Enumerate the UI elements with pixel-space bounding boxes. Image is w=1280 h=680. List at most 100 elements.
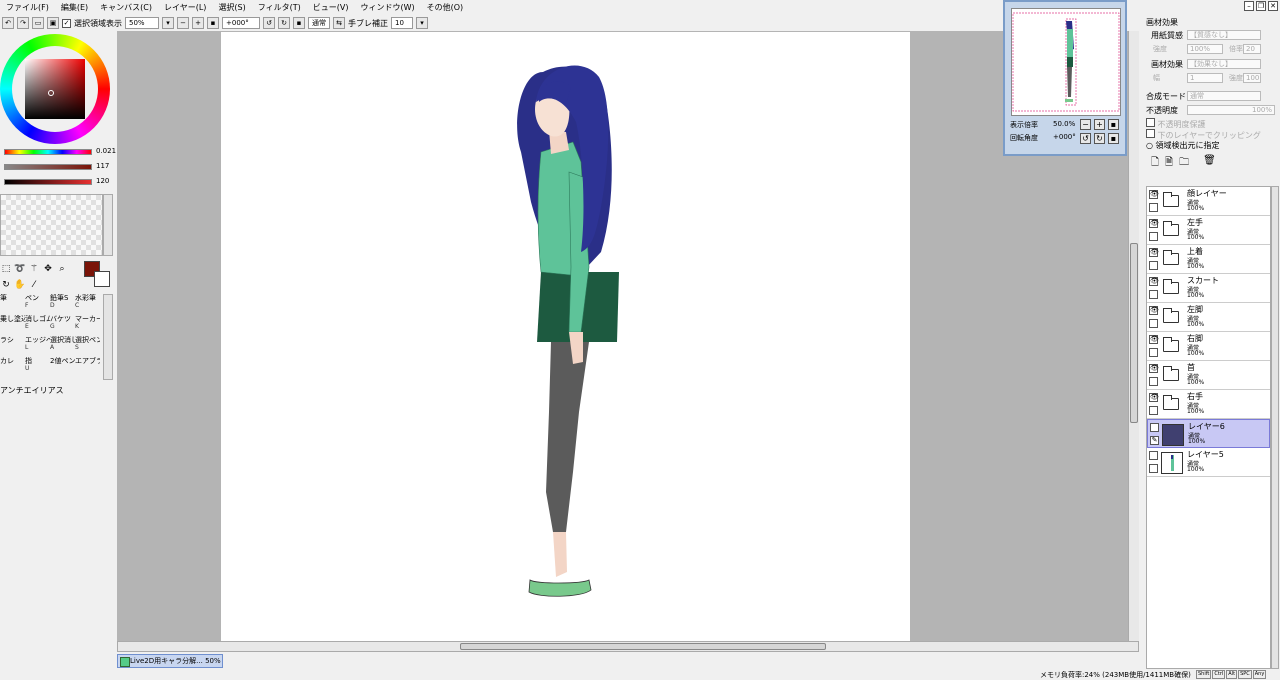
navigator-zoom-in-icon[interactable]: + xyxy=(1094,119,1105,130)
brush-item[interactable]: 消しゴム E xyxy=(25,315,50,336)
redo-icon[interactable]: ↷ xyxy=(17,17,29,29)
multiplier-value[interactable]: 20 xyxy=(1243,44,1261,54)
eyedropper-icon[interactable]: ⁄ xyxy=(28,279,40,291)
brush-item[interactable]: ペン F xyxy=(25,294,50,315)
menu-other[interactable]: その他(O) xyxy=(421,2,470,13)
brush-item[interactable]: 指U xyxy=(25,357,50,378)
effect-select[interactable]: 【効果なし】 xyxy=(1187,59,1261,69)
visibility-eye-icon[interactable]: 👁 xyxy=(1149,219,1159,228)
menu-file[interactable]: ファイル(F) xyxy=(0,2,55,13)
layer-item-neck[interactable]: 👁 首通常 100% xyxy=(1147,361,1270,390)
new-linked-layer-icon[interactable]: 🗎 xyxy=(1165,155,1173,172)
close-button[interactable]: ✕ xyxy=(1268,1,1278,11)
layer-item-layer5[interactable]: レイヤー5 通常 100% xyxy=(1147,448,1270,477)
visibility-eye-icon[interactable]: 👁 xyxy=(1149,364,1159,373)
rect-select-icon[interactable]: ⬚ xyxy=(0,263,12,275)
zoom-in-icon[interactable]: + xyxy=(192,17,204,29)
brush-item[interactable]: エッジペンL xyxy=(25,336,50,357)
color-marker[interactable] xyxy=(48,90,54,96)
brush-item[interactable]: ラシ xyxy=(0,336,25,357)
delete-layer-icon[interactable]: 🗑 xyxy=(1203,155,1216,172)
lock-toggle[interactable] xyxy=(1149,348,1158,357)
magic-wand-icon[interactable]: ⚚ xyxy=(28,263,40,275)
texture-select[interactable]: 【質感なし】 xyxy=(1187,30,1261,40)
layer-item-left-hand[interactable]: 👁 左手 通常 100% xyxy=(1147,216,1270,245)
lock-toggle[interactable] xyxy=(1149,464,1158,473)
lock-toggle[interactable] xyxy=(1149,232,1158,241)
brush-scrollbar[interactable] xyxy=(103,294,113,380)
blend-mode-button[interactable]: 通常 xyxy=(308,17,330,29)
navigator-rotate-reset-icon[interactable]: ▪ xyxy=(1108,133,1119,144)
layer-item-layer6[interactable]: ✎ レイヤー6 通常 100% xyxy=(1147,419,1270,448)
brush-item[interactable]: バケツ G xyxy=(50,315,75,336)
horizontal-scroll-thumb[interactable] xyxy=(460,643,826,650)
brush-item[interactable]: 鉛筆S D xyxy=(50,294,75,315)
rotate-icon[interactable]: ↻ xyxy=(0,279,12,291)
strength-value[interactable]: 100% xyxy=(1187,44,1223,54)
flip-icon[interactable]: ⇆ xyxy=(333,17,345,29)
brush-item[interactable]: 筆 xyxy=(0,294,25,315)
lasso-icon[interactable]: ➰ xyxy=(14,263,26,275)
show-selection-checkbox[interactable]: ✓ xyxy=(62,18,71,28)
lock-toggle[interactable] xyxy=(1149,377,1158,386)
lock-toggle[interactable] xyxy=(1149,203,1158,212)
detection-source-option[interactable]: ○ 領域検出元に指定 xyxy=(1146,140,1220,151)
navigator-rotate-right-icon[interactable]: ↻ xyxy=(1094,133,1105,144)
canvas-paper[interactable] xyxy=(221,32,910,641)
layer-item-skirt[interactable]: 👁 スカート 通常 100% xyxy=(1147,274,1270,303)
brush-item[interactable]: 乗し塗込 xyxy=(0,315,25,336)
canvas-horizontal-scrollbar[interactable] xyxy=(117,641,1139,652)
new-layer-icon[interactable]: 🗋 xyxy=(1151,155,1159,172)
hand-icon[interactable]: ✋ xyxy=(14,279,26,291)
rotate-left-icon[interactable]: ↺ xyxy=(263,17,275,29)
visibility-toggle[interactable] xyxy=(1150,423,1159,432)
effect-strength-value[interactable]: 100 xyxy=(1243,73,1261,83)
lock-toggle[interactable] xyxy=(1149,319,1158,328)
lock-toggle[interactable] xyxy=(1149,290,1158,299)
layer-list-scrollbar[interactable] xyxy=(1271,186,1279,669)
blend-mode-select[interactable]: 通常 xyxy=(1187,91,1261,101)
canvas-area[interactable] xyxy=(117,31,1139,641)
canvas-vertical-scrollbar[interactable] xyxy=(1128,31,1139,641)
brush-item[interactable]: マーカー K xyxy=(75,315,100,336)
brightness-slider[interactable] xyxy=(4,179,92,185)
menu-filter[interactable]: フィルタ(T) xyxy=(252,2,307,13)
menu-view[interactable]: ビュー(V) xyxy=(307,2,355,13)
menu-window[interactable]: ウィンドウ(W) xyxy=(354,2,420,13)
brush-item[interactable]: 選択消し A xyxy=(50,336,75,357)
new-folder-icon[interactable]: 🗀 xyxy=(1179,155,1189,172)
pen-edit-icon[interactable]: ✎ xyxy=(1150,436,1159,445)
sub-color-swatch[interactable] xyxy=(94,271,110,287)
visibility-eye-icon[interactable]: 👁 xyxy=(1149,277,1159,286)
document-tab[interactable]: Live2D用キャラ分解... 50% xyxy=(117,654,223,668)
lock-toggle[interactable] xyxy=(1149,261,1158,270)
saturation-value-square[interactable] xyxy=(25,59,85,119)
color-wheel[interactable] xyxy=(0,34,110,144)
brush-item[interactable]: エアブラシ xyxy=(75,357,100,378)
rotate-right-icon[interactable]: ↻ xyxy=(278,17,290,29)
layer-item-right-hand[interactable]: 👁 右手 通常 100% xyxy=(1147,390,1270,419)
visibility-eye-icon[interactable]: 👁 xyxy=(1149,248,1159,257)
stabilizer-select[interactable]: 10 xyxy=(391,17,413,29)
menu-layer[interactable]: レイヤー(L) xyxy=(158,2,212,13)
layer-item-right-leg[interactable]: 👁 右脚 通常 100% xyxy=(1147,332,1270,361)
brush-item[interactable]: カレ xyxy=(0,357,25,378)
visibility-eye-icon[interactable]: 👁 xyxy=(1149,306,1159,315)
lock-toggle[interactable] xyxy=(1149,406,1158,415)
navigator-preview[interactable] xyxy=(1011,8,1121,116)
zoom-icon[interactable]: ⌕ xyxy=(56,263,68,275)
menu-select[interactable]: 選択(S) xyxy=(212,2,251,13)
move-icon[interactable]: ✥ xyxy=(42,263,54,275)
brush-item[interactable]: 2値ペン xyxy=(50,357,75,378)
menu-canvas[interactable]: キャンバス(C) xyxy=(94,2,158,13)
layer-item-jacket[interactable]: 👁 上着 通常 100% xyxy=(1147,245,1270,274)
antialias-option[interactable]: アンチエイリアス xyxy=(0,385,64,396)
minimize-button[interactable]: – xyxy=(1244,1,1254,11)
rotation-select[interactable]: +000° xyxy=(222,17,260,29)
navigator-rotate-left-icon[interactable]: ↺ xyxy=(1080,133,1091,144)
menu-edit[interactable]: 編集(E) xyxy=(55,2,94,13)
vertical-scroll-thumb[interactable] xyxy=(1130,243,1138,423)
opacity-value[interactable]: 100% xyxy=(1187,105,1275,115)
deselect-icon[interactable]: ▭ xyxy=(32,17,44,29)
rotate-reset-icon[interactable]: ▪ xyxy=(293,17,305,29)
